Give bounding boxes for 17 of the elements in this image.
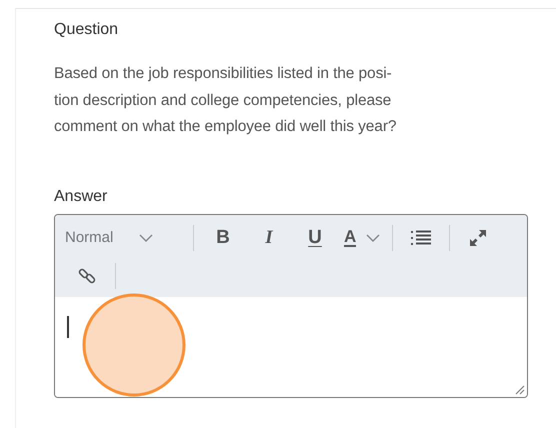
underline-button[interactable]: U: [298, 218, 332, 256]
chevron-down-icon: [366, 234, 380, 242]
expand-icon: [469, 228, 488, 246]
answer-editor[interactable]: Normal B I U A: [54, 214, 528, 398]
italic-button[interactable]: I: [252, 218, 286, 256]
answer-label: Answer: [54, 188, 108, 206]
style-dropdown[interactable]: Normal: [65, 218, 187, 256]
question-text: Based on the job responsibilities listed in the posi- tion description and college competencies, please comment on what the employee did well this year?: [54, 64, 396, 137]
chevron-down-icon: [139, 234, 154, 242]
question-label: Question: [54, 21, 118, 39]
resize-handle-icon[interactable]: [515, 384, 525, 394]
bulleted-list-icon: [411, 230, 432, 246]
click-indicator-icon: [82, 293, 186, 397]
text-cursor: [67, 316, 68, 338]
link-icon: [78, 266, 96, 284]
bold-button[interactable]: B: [206, 218, 240, 256]
text-color-button[interactable]: A: [344, 218, 380, 256]
